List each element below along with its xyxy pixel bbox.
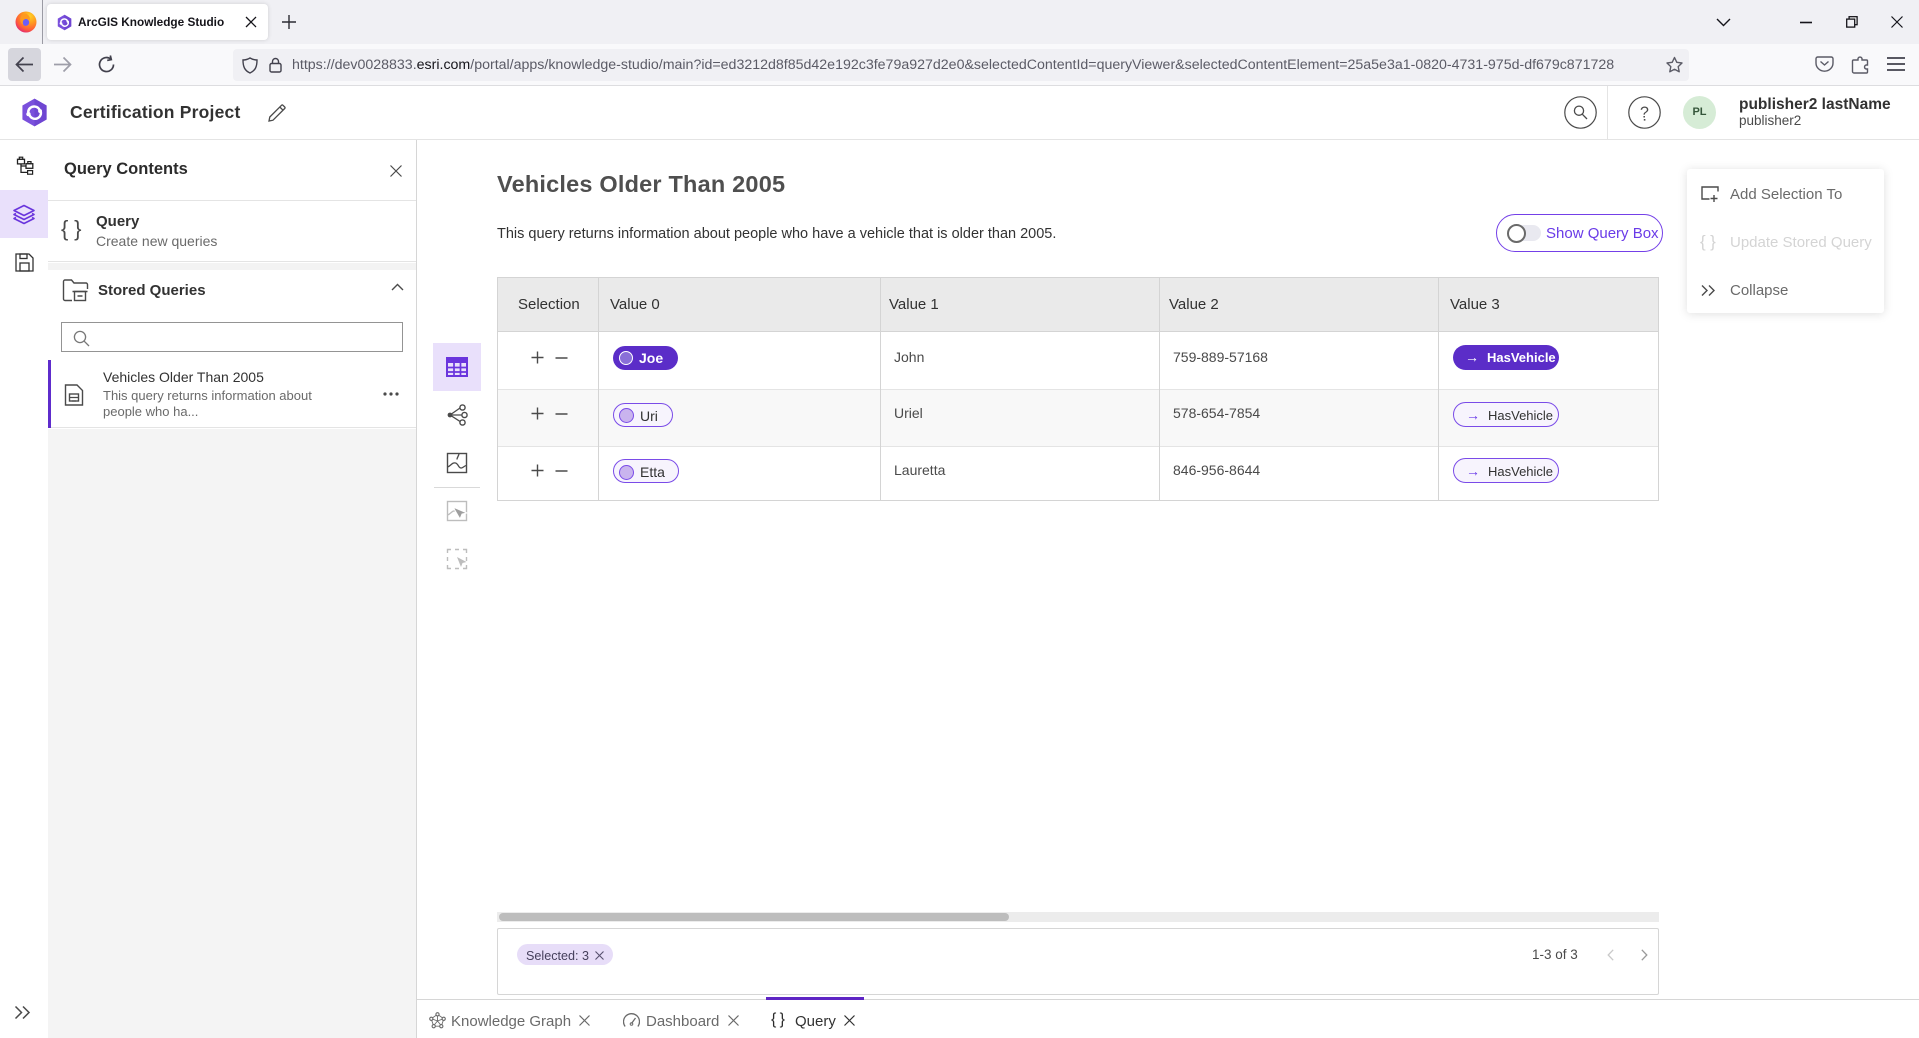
svg-text:?: ?	[1640, 105, 1649, 122]
